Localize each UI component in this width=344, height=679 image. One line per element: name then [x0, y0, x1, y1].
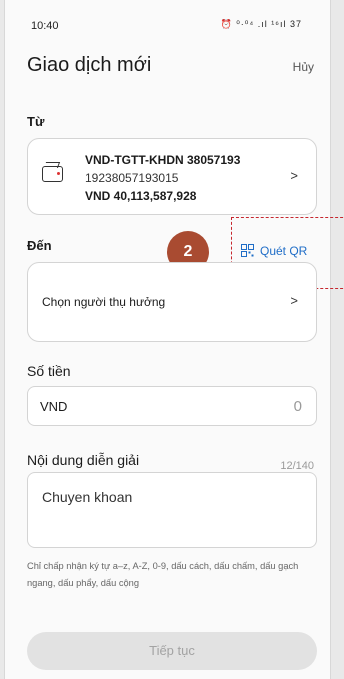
description-field[interactable]: Chuyen khoan: [27, 472, 317, 548]
account-number: 19238057193015: [85, 171, 179, 185]
status-bar: 10:40 ⏰ ⁰·⁰⁴ .ıl ¹⁶ıl 37: [5, 0, 330, 44]
status-icons: ⏰ ⁰·⁰⁴ .ıl ¹⁶ıl 37: [220, 19, 302, 29]
account-name: VND-TGTT-KHDN 38057193: [85, 153, 241, 167]
description-value: Chuyen khoan: [42, 489, 133, 505]
continue-button[interactable]: Tiếp tục: [27, 632, 317, 670]
page-title: Giao dịch mới: [27, 54, 152, 76]
chevron-right-icon: >: [290, 293, 298, 308]
account-balance: VND 40,113,587,928: [85, 189, 197, 203]
scan-qr-button[interactable]: Quét QR: [241, 244, 307, 258]
beneficiary-selector[interactable]: Chọn người thụ hưởng >: [27, 262, 317, 342]
amount-value: 0: [293, 398, 302, 415]
beneficiary-placeholder: Chọn người thụ hưởng: [42, 295, 166, 309]
status-time: 10:40: [31, 20, 59, 32]
qr-icon: [241, 244, 254, 257]
description-label: Nội dung diễn giải: [27, 452, 140, 468]
currency-code: VND: [40, 399, 68, 414]
chevron-right-icon: >: [290, 168, 298, 183]
source-account-card[interactable]: VND-TGTT-KHDN 38057193 19238057193015 VN…: [27, 138, 317, 215]
character-counter: 12/140: [280, 460, 314, 472]
amount-field[interactable]: VND 0: [27, 386, 317, 426]
wallet-icon: [42, 166, 63, 182]
from-label: Từ: [27, 114, 45, 129]
description-hint: Chỉ chấp nhận ký tự a–z, A-Z, 0-9, dấu c…: [27, 561, 299, 588]
cancel-button[interactable]: Hủy: [293, 60, 314, 74]
scan-qr-label: Quét QR: [260, 244, 308, 258]
to-label: Đến: [27, 238, 52, 253]
amount-label: Số tiền: [27, 363, 71, 379]
phone-screen: 10:40 ⏰ ⁰·⁰⁴ .ıl ¹⁶ıl 37 Giao dịch mới H…: [4, 0, 344, 679]
